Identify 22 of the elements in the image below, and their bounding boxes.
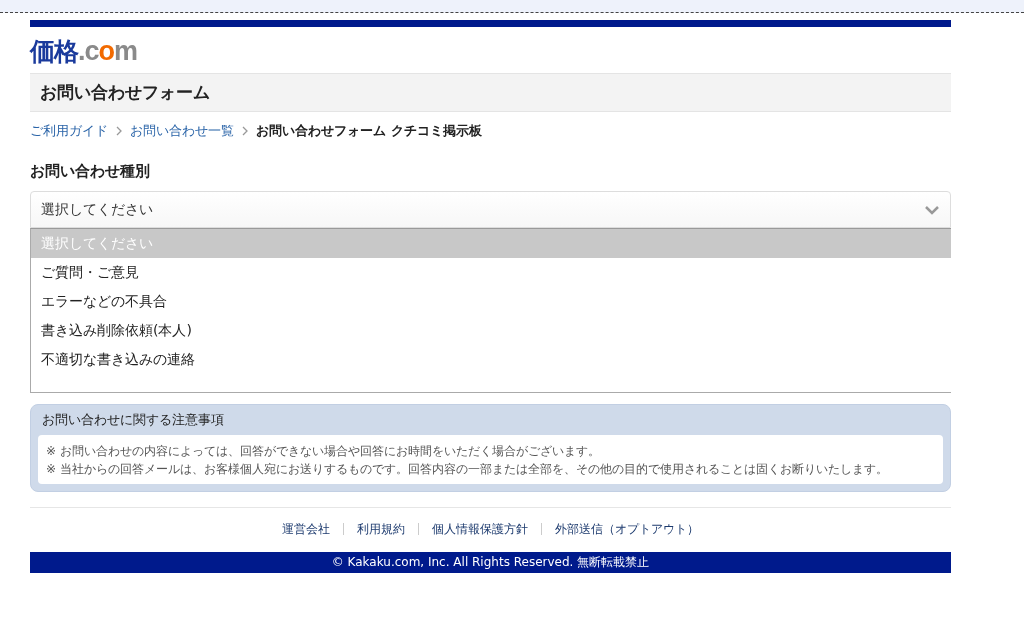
copyright-bar: © Kakaku.com, Inc. All Rights Reserved. 無断転載禁止 [30,552,951,573]
breadcrumb-current: お問い合わせフォーム クチコミ掲示板 [256,122,482,140]
dropdown-option[interactable]: エラーなどの不具合 [31,287,951,316]
chevron-right-icon [240,126,250,136]
site-logo[interactable]: 価格.com [30,36,138,67]
chevron-right-icon [114,126,124,136]
dropdown-option[interactable]: ご質問・ご意見 [31,258,951,287]
select-field[interactable]: 選択してください [30,191,951,228]
breadcrumb-link[interactable]: お問い合わせ一覧 [130,122,234,140]
notice-title: お問い合わせに関する注意事項 [41,411,225,429]
footer-link[interactable]: 運営会社 [269,520,343,538]
footer-link[interactable]: 利用規約 [344,520,418,538]
dropdown-option[interactable]: 書き込み削除依頼(本人) [31,316,951,345]
chevron-down-icon [924,204,940,215]
dropdown-option[interactable]: 不適切な書き込みの連絡 [31,345,951,374]
section-heading: お問い合わせ種別 [30,162,151,181]
notice-text: ※ 当社からの回答メールは、お客様個人宛にお送りするものです。回答内容の一部または全部を、その他の目的で使用されることは固くお断りいたします。 [46,461,889,477]
footer-link[interactable]: 個人情報保護方針 [419,520,541,538]
breadcrumb-link[interactable]: ご利用ガイド [30,122,108,140]
page-title: お問い合わせフォーム [30,73,951,112]
notice-text: ※ お問い合わせの内容によっては、回答ができない場合や回答にお時間をいただく場合がございます。 [46,443,601,459]
footer-link[interactable]: 外部送信（オプトアウト） [542,520,712,538]
